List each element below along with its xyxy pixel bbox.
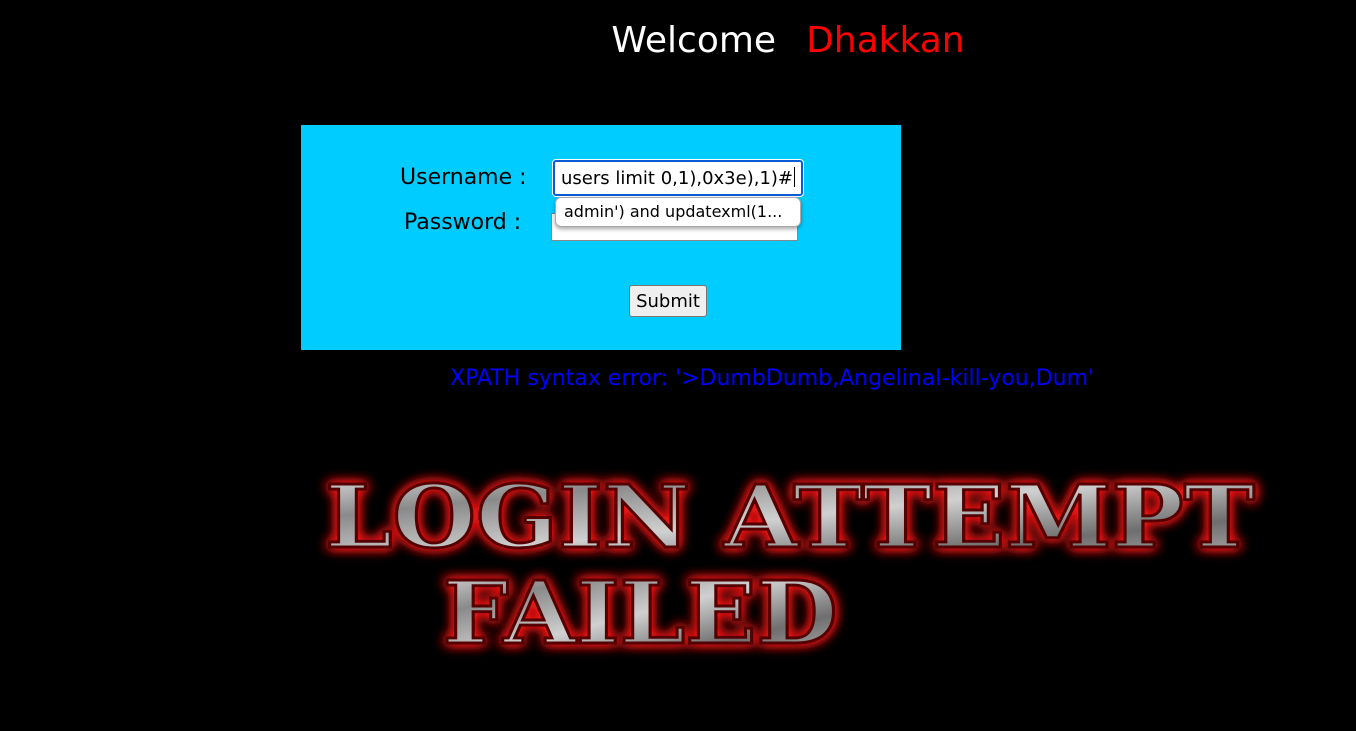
login-failed-image: LOGIN ATTEMPT FAILED — [324, 466, 1257, 666]
password-label: Password : — [404, 210, 522, 235]
login-failed-banner: LOGIN ATTEMPT FAILED — [300, 455, 1280, 670]
username-label: Username : — [400, 165, 527, 190]
banner-line-2: FAILED — [443, 563, 838, 664]
submit-button[interactable]: Submit — [629, 285, 707, 317]
autocomplete-suggestion[interactable]: admin') and updatexml(1... — [555, 197, 801, 227]
username-input[interactable]: users limit 0,1),0x3e),1)# — [552, 159, 804, 197]
text-caret — [794, 167, 795, 187]
page: Welcome Dhakkan Username : users limit 0,… — [0, 0, 1356, 731]
banner-line-1: LOGIN ATTEMPT — [325, 467, 1255, 568]
user-name: Dhakkan — [806, 20, 965, 61]
login-form: Username : users limit 0,1),0x3e),1)# Pa… — [301, 125, 901, 350]
welcome-text: Welcome — [611, 20, 777, 61]
welcome-header: Welcome Dhakkan — [0, 20, 1356, 61]
xpath-error-message: XPATH syntax error: '>DumbDumb,AngelinaI… — [450, 366, 1095, 391]
username-value: users limit 0,1),0x3e),1)# — [561, 168, 793, 189]
